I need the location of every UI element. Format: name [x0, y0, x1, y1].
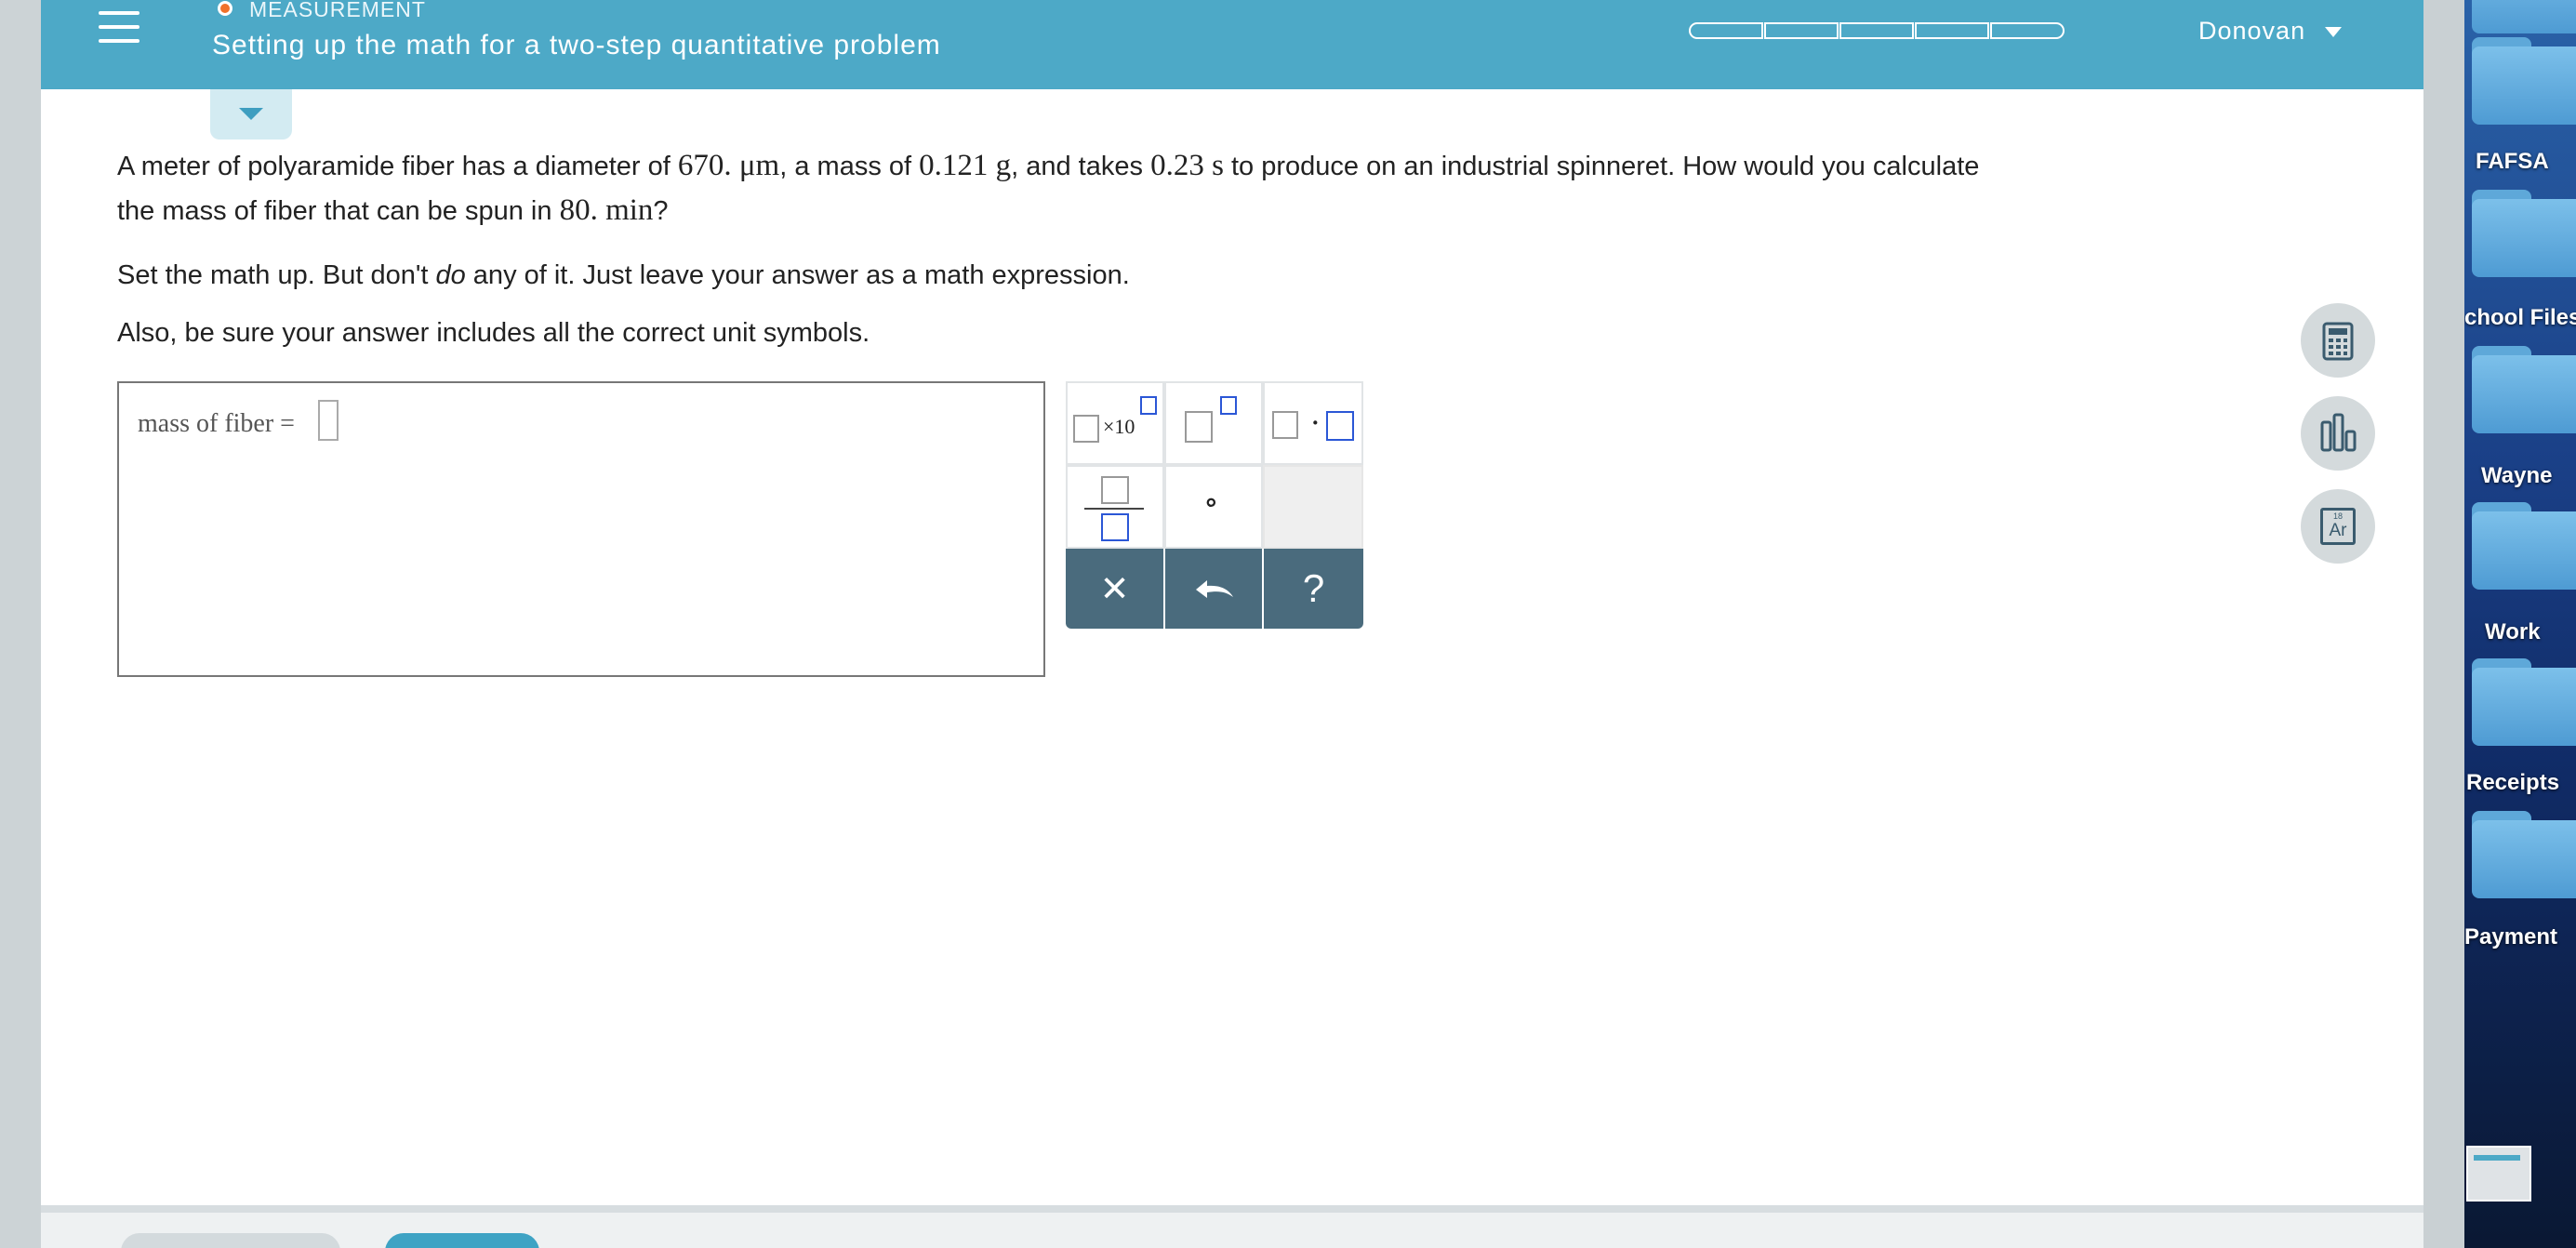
folder-icon[interactable]	[2472, 346, 2576, 435]
question-text-line1: A meter of polyaramide fiber has a diame…	[117, 149, 1980, 182]
question-text-line2: the mass of fiber that can be spun in 80…	[117, 193, 669, 227]
folder-label[interactable]: Receipts	[2466, 770, 2559, 796]
progress-segment	[1689, 22, 1763, 39]
topic-label: MEASUREMENT	[249, 0, 426, 21]
screenshot-thumbnail[interactable]	[2466, 1146, 2531, 1202]
top-bar: MEASUREMENT Setting up the math for a tw…	[41, 0, 2423, 89]
progress-segment	[1990, 22, 2065, 39]
progress-segment	[1915, 22, 1989, 39]
progress-bar	[1689, 22, 2065, 39]
folder-icon[interactable]	[2472, 0, 2576, 35]
answer-slot[interactable]	[318, 400, 339, 441]
folder-label[interactable]: chool Files	[2464, 305, 2576, 331]
folder-icon[interactable]	[2472, 502, 2576, 591]
answer-label: mass of fiber =	[138, 409, 295, 438]
desktop-background: FAFSA chool Files Wayne Work Receipts Pa…	[2464, 0, 2576, 1248]
check-button[interactable]	[385, 1233, 539, 1248]
help-button[interactable]: ?	[1264, 549, 1363, 629]
multiply-dot-button[interactable]: ·	[1263, 381, 1363, 465]
undo-icon	[1196, 580, 1233, 598]
calculator-button[interactable]	[2301, 303, 2375, 378]
folder-icon[interactable]	[2472, 190, 2576, 279]
clear-button[interactable]: ✕	[1066, 549, 1163, 629]
progress-segment	[1839, 22, 1914, 39]
instruction-text: Set the math up. But don't do any of it.…	[117, 260, 1130, 290]
fraction-button[interactable]	[1066, 465, 1164, 549]
degree-button[interactable]: ∘	[1164, 465, 1263, 549]
folder-icon[interactable]	[2472, 37, 2576, 126]
math-palette: ×10 · ∘ ✕ ?	[1066, 381, 1363, 629]
folder-icon[interactable]	[2472, 811, 2576, 900]
calculator-icon	[2322, 322, 2354, 361]
progress-segment	[1764, 22, 1839, 39]
lesson-title: Setting up the math for a two-step quant…	[212, 30, 941, 60]
collapse-header-button[interactable]	[210, 89, 292, 139]
instruction-units-text: Also, be sure your answer includes all t…	[117, 318, 870, 348]
superscript-button[interactable]	[1164, 381, 1263, 465]
aleks-window: MEASUREMENT Setting up the math for a tw…	[41, 0, 2423, 1248]
periodic-table-button[interactable]: 18 Ar	[2301, 489, 2375, 564]
data-analysis-button[interactable]	[2301, 396, 2375, 471]
folder-label[interactable]: FAFSA	[2476, 149, 2549, 175]
folder-icon[interactable]	[2472, 658, 2576, 748]
window-gutter	[2423, 0, 2464, 1248]
user-menu[interactable]: Donovan	[2198, 17, 2305, 46]
caret-down-icon[interactable]	[2325, 27, 2342, 37]
bar-chart-icon	[2320, 413, 2357, 452]
palette-blank	[1263, 465, 1363, 549]
close-icon: ✕	[1099, 569, 1130, 609]
menu-icon[interactable]	[99, 11, 139, 48]
folder-label[interactable]: Payment	[2464, 924, 2557, 950]
undo-button[interactable]	[1165, 549, 1262, 629]
folder-label[interactable]: Work	[2485, 619, 2541, 645]
help-icon: ?	[1302, 566, 1325, 610]
periodic-table-icon: 18 Ar	[2320, 508, 2356, 545]
topic-status-dot	[218, 1, 232, 16]
folder-label[interactable]: Wayne	[2481, 463, 2552, 489]
secondary-button[interactable]	[121, 1233, 340, 1248]
scientific-notation-button[interactable]: ×10	[1066, 381, 1164, 465]
